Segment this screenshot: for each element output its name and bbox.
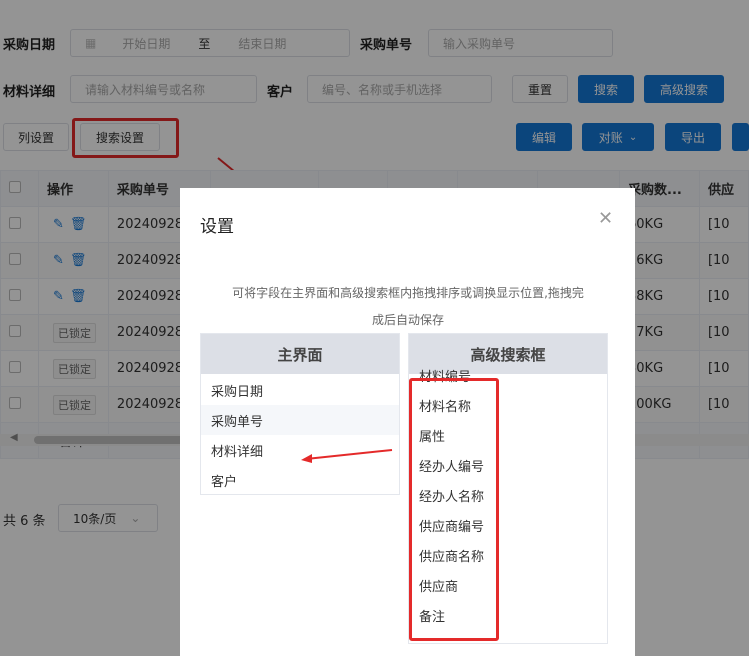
dialog-description-line2: 成后自动保存 (371, 313, 444, 327)
dialog-description: 可将字段在主界面和高级搜索框内拖拽排序或调换显示位置,拖拽完 成后自动保存 (196, 280, 620, 334)
main-field-item[interactable]: 客户 (201, 465, 399, 495)
dialog-title: 设置 (200, 217, 234, 237)
dialog-description-line1: 可将字段在主界面和高级搜索框内拖拽排序或调换显示位置,拖拽完 (232, 286, 584, 300)
annotation-arrow-2 (301, 449, 393, 463)
main-field-item[interactable]: 采购单号 (201, 405, 399, 435)
main-field-item[interactable]: 采购日期 (201, 375, 399, 405)
main-interface-panel: 主界面 采购日期 采购单号 材料详细 客户 (200, 333, 400, 495)
annotation-highlight-advanced-fields (409, 378, 499, 641)
settings-dialog: 设置 ✕ 可将字段在主界面和高级搜索框内拖拽排序或调换显示位置,拖拽完 成后自动… (180, 188, 635, 656)
close-icon[interactable]: ✕ (598, 208, 613, 229)
main-panel-title: 主界面 (201, 334, 399, 374)
